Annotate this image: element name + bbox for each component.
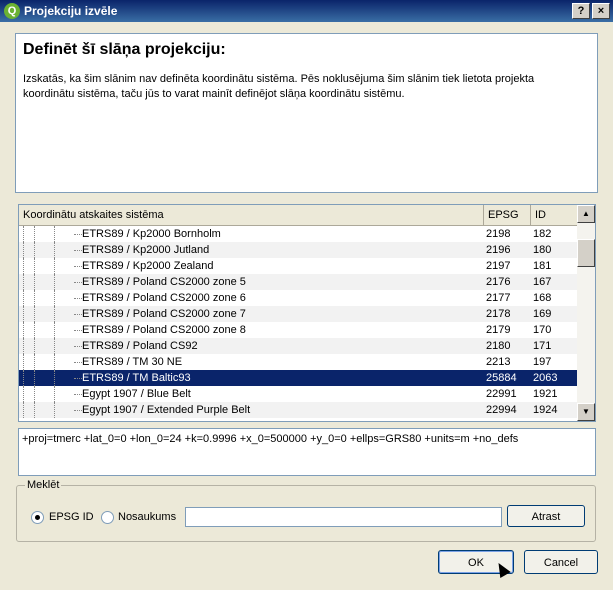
id-cell: 2063 bbox=[533, 372, 558, 384]
table-row[interactable]: ETRS89 / TM Baltic93 25884 2063 bbox=[19, 370, 577, 386]
epsg-cell: 25884 bbox=[486, 372, 517, 384]
table-row[interactable]: ETRS89 / Poland CS92 2180 171 bbox=[19, 338, 577, 354]
scroll-up-arrow-icon[interactable]: ▲ bbox=[577, 205, 595, 223]
crs-name-cell: ETRS89 / Poland CS2000 zone 5 bbox=[82, 276, 246, 288]
tree-lines-icon bbox=[23, 370, 84, 386]
tree-lines-icon bbox=[23, 258, 84, 274]
table-body: ETRS89 / Kp2000 Bornholm 2198 182 ETRS89 / … bbox=[19, 226, 577, 421]
epsg-cell: 2177 bbox=[486, 292, 511, 304]
table-row[interactable]: ETRS89 / Poland CS2000 zone 6 2177 168 bbox=[19, 290, 577, 306]
table-row[interactable]: ETRS89 / Poland CS2000 zone 7 2178 169 bbox=[19, 306, 577, 322]
epsg-cell: 2178 bbox=[486, 308, 511, 320]
id-cell: 180 bbox=[533, 244, 552, 256]
epsg-cell: 22994 bbox=[486, 404, 517, 416]
epsg-cell: 2196 bbox=[486, 244, 511, 256]
epsg-cell: 2176 bbox=[486, 276, 511, 288]
id-cell: 181 bbox=[533, 260, 552, 272]
id-cell: 171 bbox=[533, 340, 552, 352]
crs-name-cell: ETRS89 / Poland CS2000 zone 7 bbox=[82, 308, 246, 320]
table-row[interactable]: ETRS89 / TM 30 NE 2213 197 bbox=[19, 354, 577, 370]
epsg-cell: 2198 bbox=[486, 228, 511, 240]
table-row[interactable]: ETRS89 / Poland CS2000 zone 5 2176 167 bbox=[19, 274, 577, 290]
help-button[interactable]: ? bbox=[572, 3, 590, 19]
epsg-cell: 2180 bbox=[486, 340, 511, 352]
table-row[interactable]: Egypt 1907 / Blue Belt 22991 1921 bbox=[19, 386, 577, 402]
id-cell: 182 bbox=[533, 228, 552, 240]
column-header-epsg[interactable]: EPSG bbox=[484, 205, 531, 225]
epsg-cell: 2197 bbox=[486, 260, 511, 272]
cancel-button[interactable]: Cancel bbox=[524, 550, 598, 574]
crs-name-cell: ETRS89 / Kp2000 Bornholm bbox=[82, 228, 221, 240]
id-cell: 169 bbox=[533, 308, 552, 320]
id-cell: 167 bbox=[533, 276, 552, 288]
proj-definition-text: +proj=tmerc +lat_0=0 +lon_0=24 +k=0.9996… bbox=[22, 433, 519, 445]
table-header: Koordinātu atskaites sistēma EPSG ID bbox=[19, 205, 577, 226]
vertical-scrollbar[interactable]: ▲ ▼ bbox=[577, 205, 595, 421]
tree-lines-icon bbox=[23, 242, 84, 258]
id-cell: 1924 bbox=[533, 404, 558, 416]
crs-name-cell: Egypt 1907 / Blue Belt bbox=[82, 388, 191, 400]
crs-name-cell: ETRS89 / Kp2000 Jutland bbox=[82, 244, 210, 256]
qgis-icon: Q bbox=[4, 3, 20, 19]
radio-epsg-id[interactable] bbox=[31, 511, 44, 524]
id-cell: 197 bbox=[533, 356, 552, 368]
crs-name-cell: ETRS89 / Poland CS2000 zone 8 bbox=[82, 324, 246, 336]
scroll-down-arrow-icon[interactable]: ▼ bbox=[577, 403, 595, 421]
id-cell: 170 bbox=[533, 324, 552, 336]
crs-name-cell: ETRS89 / TM 30 NE bbox=[82, 356, 183, 368]
table-row[interactable]: ETRS89 / Poland CS2000 zone 8 2179 170 bbox=[19, 322, 577, 338]
epsg-cell: 22991 bbox=[486, 388, 517, 400]
radio-name[interactable] bbox=[101, 511, 114, 524]
tree-lines-icon bbox=[23, 338, 84, 354]
description-panel: Definēt šī slāņa projekciju: Izskatās, k… bbox=[15, 33, 598, 193]
panel-heading: Definēt šī slāņa projekciju: bbox=[23, 41, 226, 58]
scroll-thumb[interactable] bbox=[577, 239, 595, 267]
table-row[interactable]: ETRS89 / Kp2000 Zealand 2197 181 bbox=[19, 258, 577, 274]
crs-name-cell: Egypt 1907 / Extended Purple Belt bbox=[82, 404, 251, 416]
crs-name-cell: ETRS89 / Poland CS92 bbox=[82, 340, 198, 352]
proj-definition-box: +proj=tmerc +lat_0=0 +lon_0=24 +k=0.9996… bbox=[18, 428, 596, 476]
column-header-crs[interactable]: Koordinātu atskaites sistēma bbox=[19, 205, 484, 225]
tree-lines-icon bbox=[23, 290, 84, 306]
epsg-cell: 2179 bbox=[486, 324, 511, 336]
radio-name-label[interactable]: Nosaukums bbox=[118, 511, 176, 523]
title-bar: Q Projekciju izvēle ? × bbox=[0, 0, 613, 22]
tree-lines-icon bbox=[23, 306, 84, 322]
search-legend: Meklēt bbox=[25, 479, 62, 491]
epsg-cell: 2213 bbox=[486, 356, 511, 368]
close-button[interactable]: × bbox=[592, 3, 610, 19]
tree-lines-icon bbox=[23, 354, 84, 370]
tree-lines-icon bbox=[23, 402, 84, 418]
column-header-id[interactable]: ID bbox=[531, 205, 577, 225]
tree-lines-icon bbox=[23, 386, 84, 402]
radio-epsg-label[interactable]: EPSG ID bbox=[49, 511, 94, 523]
id-cell: 1921 bbox=[533, 388, 558, 400]
table-row[interactable]: ETRS89 / Kp2000 Jutland 2196 180 bbox=[19, 242, 577, 258]
window-title: Projekciju izvēle bbox=[24, 4, 118, 18]
crs-name-cell: ETRS89 / TM Baltic93 bbox=[82, 372, 191, 384]
search-group: Meklēt EPSG ID Nosaukums Atrast bbox=[16, 479, 596, 542]
table-row[interactable]: ETRS89 / Kp2000 Bornholm 2198 182 bbox=[19, 226, 577, 242]
crs-table[interactable]: Koordinātu atskaites sistēma EPSG ID ETR… bbox=[18, 204, 596, 422]
find-button[interactable]: Atrast bbox=[507, 505, 585, 527]
panel-description: Izskatās, ka šim slānim nav definēta koo… bbox=[23, 73, 535, 100]
id-cell: 168 bbox=[533, 292, 552, 304]
tree-lines-icon bbox=[23, 226, 84, 242]
crs-name-cell: ETRS89 / Poland CS2000 zone 6 bbox=[82, 292, 246, 304]
tree-lines-icon bbox=[23, 274, 84, 290]
table-row[interactable]: Egypt 1907 / Extended Purple Belt 22994 19… bbox=[19, 402, 577, 418]
search-input[interactable] bbox=[185, 507, 502, 527]
crs-name-cell: ETRS89 / Kp2000 Zealand bbox=[82, 260, 214, 272]
tree-lines-icon bbox=[23, 322, 84, 338]
